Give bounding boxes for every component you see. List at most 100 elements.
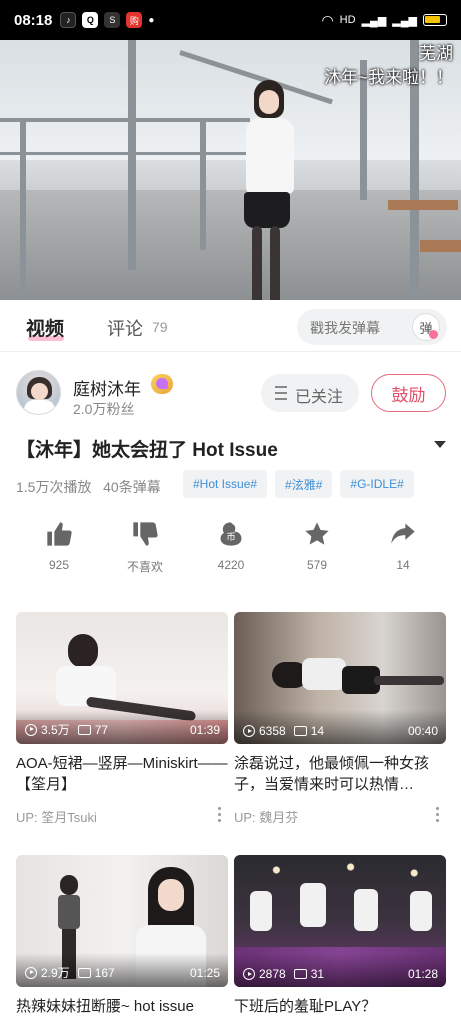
bench [388, 200, 458, 210]
more-dots-icon[interactable] [436, 807, 440, 823]
dancer-skirt [244, 192, 290, 228]
tag[interactable]: #G-IDLE# [340, 470, 414, 498]
railing [20, 118, 26, 298]
video-thumbnail[interactable]: 2878 31 01:28 [234, 855, 446, 987]
play-count-icon [25, 723, 37, 736]
railing [0, 118, 250, 122]
favorite-count: 579 [306, 558, 328, 572]
status-bar: 08:18 ♪ Q S 购 ● ◠ HD ▂▄▆ ▂▄▆ [0, 0, 461, 40]
danmaku-placeholder: 戳我发弹幕 [310, 320, 380, 336]
card-duration: 00:40 [407, 724, 438, 738]
thumb-figure [250, 891, 272, 931]
danmaku-line: 芜湖 [419, 44, 453, 63]
railing [128, 40, 136, 270]
thumb-meta: 3.5万 77 01:39 [25, 721, 220, 738]
share-count: 14 [396, 558, 410, 572]
thumb-figure [68, 634, 98, 668]
card-plays: 3.5万 [41, 723, 70, 737]
follow-label: 已关注 [295, 389, 344, 406]
card-danmaku: 14 [310, 724, 325, 738]
star-icon [277, 518, 357, 550]
card-uploader: UP: 筌月Tsuki [16, 807, 228, 826]
tab-video[interactable]: 视频 [26, 314, 64, 341]
dancer-face [259, 90, 279, 114]
video-stats: 1.5万次播放 40条弹幕 [16, 477, 161, 497]
coin-button[interactable]: 币 4220 [191, 518, 271, 572]
video-player[interactable]: 芜湖 沐年~我来啦！！ [0, 40, 461, 300]
card-duration: 01:25 [189, 965, 220, 980]
thumb-figure [354, 889, 378, 931]
video-thumbnail[interactable]: 3.5万 77 01:39 [16, 612, 228, 744]
comments-count: 79 [152, 319, 168, 335]
card-plays: 2.9万 [41, 966, 70, 980]
share-button[interactable]: 14 [363, 518, 443, 572]
tab-comments[interactable]: 评论 [107, 315, 143, 341]
tag[interactable]: #泫雅# [275, 470, 333, 498]
thumb-figure [60, 875, 78, 895]
status-time: 08:18 [14, 11, 53, 29]
bench [420, 240, 461, 252]
card-title[interactable]: 涂磊说过，他最倾佩一种女孩子，当爱情来时可以热情… [234, 753, 446, 795]
danmaku-icon [293, 969, 307, 979]
card-title[interactable]: 热辣妹妹扭断腰~ hot issue [16, 996, 228, 1018]
follow-button[interactable]: 已关注 [261, 374, 359, 412]
favorite-button[interactable]: 579 [277, 518, 357, 572]
video-card[interactable]: 6358 14 00:40 涂磊说过，他最倾佩一种女孩子，当爱情来时可以热情… … [234, 612, 446, 826]
card-danmaku: 31 [310, 967, 325, 981]
card-plays: 2878 [259, 967, 286, 981]
card-danmaku: 167 [94, 965, 115, 980]
thumb-figure [58, 895, 80, 929]
avatar[interactable] [16, 370, 61, 415]
avatar-face [31, 383, 48, 400]
share-icon [363, 518, 443, 550]
thumb-figure [300, 883, 326, 927]
video-card[interactable]: 2.9万 167 01:25 热辣妹妹扭断腰~ hot issue [16, 855, 228, 1018]
video-card[interactable]: 3.5万 77 01:39 AOA-短裙—竖屏—Miniskirt——【筌月】 … [16, 612, 228, 826]
danmaku-input[interactable]: 戳我发弹幕 弹 [297, 309, 447, 345]
more-dots-icon[interactable] [218, 807, 222, 823]
tag[interactable]: #Hot Issue# [183, 470, 268, 498]
tiktok-icon: ♪ [60, 12, 77, 28]
dislike-label: 不喜欢 [126, 560, 163, 574]
play-count-icon [243, 725, 255, 737]
thumb-figure [374, 676, 444, 685]
uploader-row: 庭树沐年 2.0万粉丝 已关注 鼓励 [0, 362, 461, 424]
video-card[interactable]: 2878 31 01:28 下班后的羞耻PLAY？ [234, 855, 446, 1018]
card-duration: 01:28 [407, 967, 438, 981]
signal-icon: ▂▄▆ [361, 14, 387, 27]
railing [200, 120, 206, 250]
menu-lines-icon [275, 386, 287, 400]
wifi-icon: ◠ [321, 11, 334, 28]
network-label: HD [339, 14, 356, 26]
danmaku-toggle-button[interactable]: 弹 [412, 313, 440, 341]
battery-icon [423, 14, 447, 26]
danmaku-line: 沐年~我来啦！！ [324, 68, 453, 87]
play-count-icon [25, 966, 37, 979]
danmaku-icon [77, 967, 91, 978]
thumb-figure [158, 879, 184, 911]
like-button[interactable]: 925 [19, 518, 99, 572]
encourage-button[interactable]: 鼓励 [371, 374, 446, 412]
dot-icon: ● [148, 14, 155, 26]
dancer-leg [252, 226, 262, 300]
q-app-icon: Q [82, 12, 99, 28]
tag-list: #Hot Issue# #泫雅# #G-IDLE# [183, 470, 414, 498]
video-thumbnail[interactable]: 6358 14 00:40 [234, 612, 446, 744]
vip-badge-icon [151, 374, 173, 394]
thumb-light [234, 855, 446, 885]
card-uploader: UP: 魏月芬 [234, 807, 446, 826]
card-title[interactable]: AOA-短裙—竖屏—Miniskirt——【筌月】 [16, 753, 228, 795]
expand-caret-icon[interactable] [434, 441, 446, 448]
card-uploader-name: UP: 筌月Tsuki [16, 810, 97, 825]
danmaku-icon [293, 726, 307, 736]
danmaku-icon [77, 724, 91, 735]
card-title[interactable]: 下班后的羞耻PLAY？ [234, 996, 446, 1018]
video-thumbnail[interactable]: 2.9万 167 01:25 [16, 855, 228, 987]
thumb-figure [410, 891, 432, 931]
coin-icon: 币 [191, 518, 271, 550]
thumb-meta: 2878 31 01:28 [243, 967, 438, 981]
dislike-button[interactable]: 不喜欢 [105, 518, 185, 575]
play-count-icon [243, 968, 255, 980]
uploader-name[interactable]: 庭树沐年 [73, 375, 141, 400]
railing [0, 152, 250, 155]
